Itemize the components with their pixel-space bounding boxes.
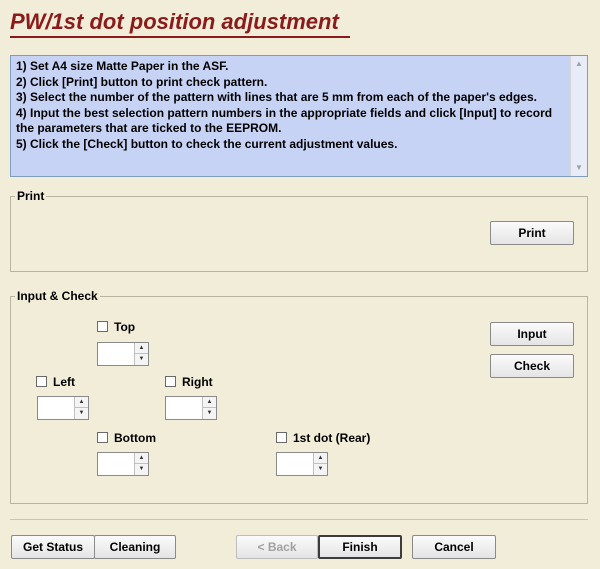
spin-down-icon[interactable]: ▼ — [313, 464, 327, 475]
spin-down-icon[interactable]: ▼ — [134, 354, 148, 365]
spin-down-icon[interactable]: ▼ — [134, 464, 148, 475]
bottom-value[interactable] — [98, 453, 134, 475]
cancel-button[interactable]: Cancel — [412, 535, 496, 559]
first-dot-checkbox[interactable]: 1st dot (Rear) — [276, 430, 370, 446]
first-dot-label: 1st dot (Rear) — [293, 431, 371, 445]
left-stepper[interactable]: ▲ ▼ — [37, 396, 89, 420]
instructions-box[interactable]: 1) Set A4 size Matte Paper in the ASF. 2… — [10, 55, 588, 177]
top-label: Top — [114, 320, 136, 334]
print-group-label: Print — [15, 188, 47, 204]
spin-down-icon[interactable]: ▼ — [202, 408, 216, 419]
bottom-label: Bottom — [114, 431, 156, 445]
top-value[interactable] — [98, 343, 134, 365]
left-value[interactable] — [38, 397, 74, 419]
footer-separator — [10, 519, 588, 520]
first-dot-stepper[interactable]: ▲ ▼ — [276, 452, 328, 476]
left-checkbox[interactable]: Left — [36, 374, 75, 390]
spin-up-icon[interactable]: ▲ — [134, 453, 148, 464]
chevron-down-icon[interactable]: ▼ — [571, 160, 587, 176]
get-status-button[interactable]: Get Status — [11, 535, 95, 559]
top-stepper[interactable]: ▲ ▼ — [97, 342, 149, 366]
bottom-checkbox-box[interactable] — [97, 432, 108, 444]
left-checkbox-box[interactable] — [36, 376, 47, 388]
page-title: PW/1st dot position adjustment — [10, 9, 339, 34]
spin-down-icon[interactable]: ▼ — [74, 408, 88, 419]
instructions-scrollbar[interactable]: ▲ ▼ — [570, 56, 587, 176]
right-stepper[interactable]: ▲ ▼ — [165, 396, 217, 420]
instructions-text: 1) Set A4 size Matte Paper in the ASF. 2… — [16, 59, 553, 151]
print-button[interactable]: Print — [490, 221, 574, 245]
spin-up-icon[interactable]: ▲ — [202, 397, 216, 408]
input-check-group-label: Input & Check — [15, 288, 100, 304]
check-button[interactable]: Check — [490, 354, 574, 378]
top-checkbox[interactable]: Top — [97, 319, 135, 335]
spin-up-icon[interactable]: ▲ — [134, 343, 148, 354]
back-button[interactable]: < Back — [236, 535, 318, 559]
right-checkbox[interactable]: Right — [165, 374, 213, 390]
right-label: Right — [182, 375, 213, 389]
input-button[interactable]: Input — [490, 322, 574, 346]
spin-up-icon[interactable]: ▲ — [313, 453, 327, 464]
spin-up-icon[interactable]: ▲ — [74, 397, 88, 408]
right-value[interactable] — [166, 397, 202, 419]
cleaning-button[interactable]: Cleaning — [94, 535, 176, 559]
right-checkbox-box[interactable] — [165, 376, 176, 388]
title-underline — [10, 36, 350, 38]
bottom-checkbox[interactable]: Bottom — [97, 430, 156, 446]
finish-button[interactable]: Finish — [318, 535, 402, 559]
first-dot-checkbox-box[interactable] — [276, 432, 287, 444]
left-label: Left — [53, 375, 75, 389]
chevron-up-icon[interactable]: ▲ — [571, 56, 587, 72]
first-dot-value[interactable] — [277, 453, 313, 475]
top-checkbox-box[interactable] — [97, 321, 108, 333]
bottom-stepper[interactable]: ▲ ▼ — [97, 452, 149, 476]
